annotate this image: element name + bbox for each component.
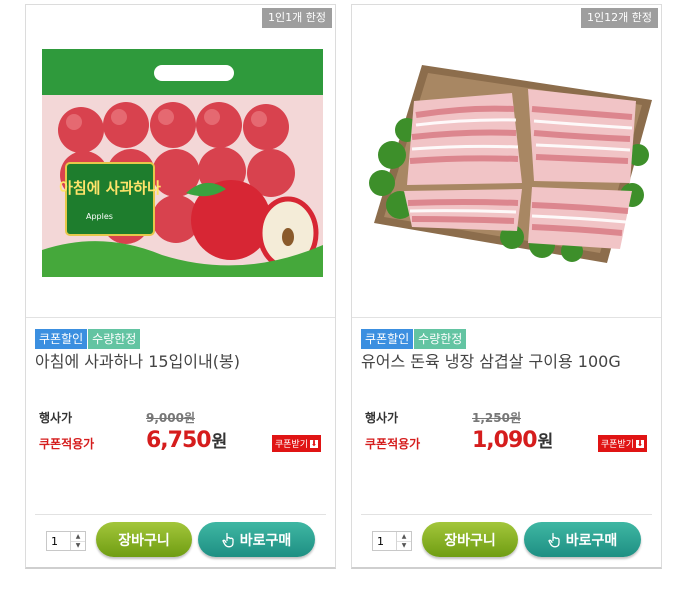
product-name[interactable]: 아침에 사과하나 15입이내(봉) [35, 351, 325, 373]
quantity-input[interactable] [47, 532, 71, 550]
divider [352, 317, 661, 318]
coupon-price-value: 6,750 [146, 428, 212, 453]
quantity-down-icon[interactable]: ▼ [71, 541, 85, 550]
download-icon: ⬇ [310, 438, 318, 448]
product-card-apple[interactable]: 아침에 사과하나 Apples 1인1개 한정 쿠폰할인 수량한정 아침에 사과… [25, 4, 336, 569]
buy-now-label: 바로구매 [565, 532, 618, 549]
product-image-apple[interactable]: 아침에 사과하나 Apples [26, 5, 335, 317]
quantity-spinner: ▲ ▼ [70, 532, 85, 550]
apple-bag-image: 아침에 사과하나 Apples [26, 5, 335, 317]
coupon-price-label: 쿠폰적용가 [39, 437, 95, 451]
quantity-stepper[interactable]: ▲ ▼ [46, 531, 86, 551]
quantity-down-icon[interactable]: ▼ [397, 541, 411, 550]
add-to-cart-button[interactable]: 장바구니 [422, 522, 518, 557]
divider [35, 514, 326, 515]
coupon-discount-badge: 쿠폰할인 [35, 329, 88, 349]
purchase-limit-tag: 1인1개 한정 [262, 8, 332, 28]
coupon-price-label: 쿠폰적용가 [365, 437, 421, 451]
get-coupon-label: 쿠폰받기 [600, 440, 634, 450]
original-price: 9,000원 [146, 411, 195, 425]
divider [361, 514, 652, 515]
currency-unit: 원 [211, 432, 228, 452]
original-price: 1,250원 [472, 411, 521, 425]
purchase-limit-tag: 1인12개 한정 [581, 8, 658, 28]
quantity-stepper[interactable]: ▲ ▼ [372, 531, 412, 551]
buy-now-label: 바로구매 [239, 532, 292, 549]
package-label-sub: Apples [86, 212, 113, 221]
pork-belly-tray-image [352, 5, 661, 317]
hand-pointer-icon [221, 532, 234, 547]
coupon-discount-badge: 쿠폰할인 [361, 329, 414, 349]
currency-unit: 원 [537, 432, 554, 452]
divider [26, 317, 335, 318]
buy-now-button[interactable]: 바로구매 [524, 522, 641, 557]
event-price-label: 행사가 [365, 411, 399, 425]
limited-quantity-badge: 수량한정 [88, 329, 141, 349]
limited-quantity-badge: 수량한정 [414, 329, 467, 349]
quantity-input[interactable] [373, 532, 397, 550]
product-image-pork[interactable] [352, 5, 661, 317]
coupon-price-value: 1,090 [472, 428, 538, 453]
event-price-label: 행사가 [39, 411, 73, 425]
package-label-text: 아침에 사과하나 [59, 179, 161, 197]
hand-pointer-icon [547, 532, 560, 547]
download-icon: ⬇ [636, 438, 644, 448]
get-coupon-button[interactable]: 쿠폰받기 ⬇ [597, 435, 647, 452]
quantity-spinner: ▲ ▼ [396, 532, 411, 550]
add-to-cart-button[interactable]: 장바구니 [96, 522, 192, 557]
coupon-price: 1,090원 [472, 427, 553, 453]
buy-now-button[interactable]: 바로구매 [198, 522, 315, 557]
badge-group: 쿠폰할인 수량한정 [35, 329, 141, 349]
get-coupon-button[interactable]: 쿠폰받기 ⬇ [271, 435, 321, 452]
get-coupon-label: 쿠폰받기 [274, 440, 308, 450]
coupon-price: 6,750원 [146, 427, 227, 453]
product-card-pork[interactable]: 1인12개 한정 쿠폰할인 수량한정 유어스 돈육 냉장 삼겹살 구이용 100… [351, 4, 662, 569]
badge-group: 쿠폰할인 수량한정 [361, 329, 467, 349]
product-name[interactable]: 유어스 돈육 냉장 삼겹살 구이용 100G [361, 351, 651, 373]
